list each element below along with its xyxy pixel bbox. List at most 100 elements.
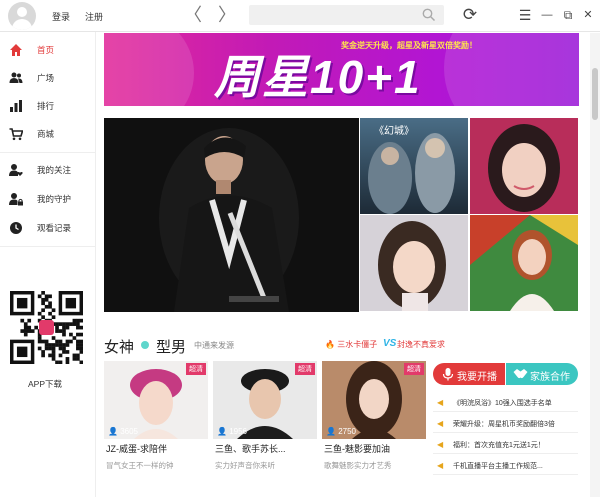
stream-tile[interactable] (470, 118, 578, 214)
handshake-icon (513, 369, 528, 379)
featured-stream-photo[interactable] (104, 118, 359, 312)
news-text: 福利：首次充值充1元送1元！ (453, 442, 545, 449)
cart-icon (9, 128, 23, 141)
news-text: 千机直播平台主播工作规范... (453, 463, 543, 470)
register-link[interactable]: 注册 (85, 10, 103, 23)
news-item[interactable]: ◀ 福利：首次充值充1元送1元！ (433, 436, 578, 454)
users-icon (9, 72, 23, 83)
vs-badge: VS (383, 338, 397, 349)
sidebar-item-shop[interactable]: 商城 (0, 120, 96, 148)
poster-caption: 《幻城》 (374, 124, 414, 137)
top-bar: 登录 注册 〈 〉 ⟳ ☰ — ⧉ ✕ (0, 0, 600, 32)
sidebar-item-label: 广场 (37, 73, 55, 83)
search-input[interactable] (249, 5, 444, 25)
sidebar-item-label: 我的关注 (37, 165, 72, 175)
featured-person-image (104, 118, 359, 312)
sidebar-item-label: 观看记录 (37, 223, 72, 233)
stream-tile[interactable] (470, 215, 578, 311)
pk-ticker-left[interactable]: 🔥 三水卡僵子 (325, 339, 377, 350)
card-thumbnail: 超清 👤 2750 (322, 361, 426, 439)
card-description: 实力好声音你来听 (215, 461, 275, 470)
card-thumbnail: 超清 👤 3605 (104, 361, 208, 439)
movie-poster-image: 《幻城》 (360, 118, 468, 214)
family-cooperate-button[interactable]: 家族合作 (506, 363, 578, 385)
speaker-icon: ◀ (437, 461, 444, 470)
news-text: 荣耀升级：周星机币奖励翻倍3倍 (453, 421, 555, 428)
hd-badge: 超清 (404, 363, 424, 375)
banner-subtitle: 奖金逆天升级，超星及新星双倍奖励！ (341, 41, 477, 50)
banner-light-burst (104, 33, 194, 106)
avatar[interactable] (8, 2, 36, 30)
refresh-icon[interactable]: ⟳ (460, 5, 480, 25)
pk-ticker-right[interactable]: 封逸不真爱求 (397, 339, 445, 350)
news-item[interactable]: ◀ 荣耀升级：周星机币奖励翻倍3倍 (433, 415, 578, 433)
home-icon (10, 44, 22, 56)
viewer-number: 3605 (120, 427, 138, 436)
menu-icon[interactable]: ☰ (515, 5, 535, 25)
hd-badge: 超清 (295, 363, 315, 375)
close-button[interactable]: ✕ (578, 5, 598, 25)
viewer-count: 👤 1956 (217, 427, 247, 436)
scrollbar-thumb[interactable] (592, 68, 598, 120)
family-cooperate-label: 家族合作 (530, 372, 570, 383)
card-title: JZ-威蛋-求陪伴 (106, 444, 167, 454)
user-icon: 👤 (108, 427, 118, 436)
sidebar-item-label: 商城 (37, 129, 55, 139)
user-heart-icon (9, 164, 23, 176)
viewer-count: 👤 3605 (108, 427, 138, 436)
user-icon: 👤 (217, 427, 227, 436)
user-icon: 👤 (326, 427, 336, 436)
qr-code-image (10, 291, 83, 364)
forward-arrow-icon[interactable]: 〉 (218, 5, 236, 25)
sidebar-item-history[interactable]: 观看记录 (0, 214, 96, 242)
card-title: 三鱼、歌手苏长... (215, 444, 286, 454)
card-description: 歌舞魅影实力才艺秀 (324, 461, 392, 470)
sidebar-item-label: 首页 (37, 45, 55, 55)
sidebar-divider (0, 246, 96, 247)
card-title: 三鱼-魅影要加油 (324, 444, 390, 454)
sidebar-divider (0, 152, 96, 153)
viewer-number: 1956 (229, 427, 247, 436)
bar-chart-icon (10, 100, 22, 112)
streamer-photo (470, 118, 578, 214)
promo-banner[interactable]: 周星10+1 奖金逆天升级，超星及新星双倍奖励！ (104, 33, 579, 106)
stream-card[interactable]: 超清 👤 3605 JZ-威蛋-求陪伴 冒气女王不一样的钟 (104, 361, 208, 470)
restore-button[interactable]: ⧉ (558, 5, 578, 25)
flame-icon: 🔥 (325, 340, 335, 349)
sidebar-item-square[interactable]: 广场 (0, 64, 96, 92)
user-lock-icon (9, 193, 23, 206)
section-dot (141, 341, 149, 349)
go-live-button[interactable]: 我要开播 (433, 363, 505, 385)
back-arrow-icon[interactable]: 〈 (184, 5, 202, 25)
section-title-goddess[interactable]: 女神 (104, 336, 134, 357)
pk-left-name: 三水卡僵子 (337, 340, 378, 349)
sidebar: 首页 广场 排行 商城 我的关注 我的守护 观看记录 APP下载 (0, 32, 96, 497)
streamer-photo (360, 215, 468, 311)
speaker-icon: ◀ (437, 419, 444, 428)
card-description: 冒气女王不一样的钟 (106, 461, 174, 470)
stream-card[interactable]: 超清 👤 2750 三鱼-魅影要加油 歌舞魅影实力才艺秀 (322, 361, 426, 470)
app-download-label[interactable]: APP下载 (28, 378, 62, 390)
sidebar-item-ranking[interactable]: 排行 (0, 92, 96, 120)
hd-badge: 超清 (186, 363, 206, 375)
minimize-button[interactable]: — (537, 5, 557, 25)
go-live-label: 我要开播 (457, 372, 497, 383)
sidebar-item-label: 我的守护 (37, 194, 72, 204)
sidebar-item-following[interactable]: 我的关注 (0, 156, 96, 184)
viewer-number: 2750 (338, 427, 356, 436)
login-link[interactable]: 登录 (52, 10, 70, 23)
section-title-hunk[interactable]: 型男 (156, 336, 186, 357)
sidebar-item-home[interactable]: 首页 (0, 36, 96, 64)
stream-tile[interactable] (360, 215, 468, 311)
news-item[interactable]: ◀ 千机直播平台主播工作规范... (433, 457, 578, 475)
microphone-icon (442, 368, 454, 381)
stream-tile[interactable]: 《幻城》 (360, 118, 468, 214)
stream-card[interactable]: 超清 👤 1956 三鱼、歌手苏长... 实力好声音你来听 (213, 361, 317, 470)
speaker-icon: ◀ (437, 398, 444, 407)
news-item[interactable]: ◀ 《明浣凤浴》10强入围选手名单 (433, 394, 578, 412)
sidebar-item-guardian[interactable]: 我的守护 (0, 185, 96, 213)
streamer-photo (470, 215, 578, 311)
news-text: 《明浣凤浴》10强入围选手名单 (453, 400, 552, 407)
search-icon[interactable] (421, 7, 437, 23)
section-tag: 中通来发源 (194, 341, 234, 350)
